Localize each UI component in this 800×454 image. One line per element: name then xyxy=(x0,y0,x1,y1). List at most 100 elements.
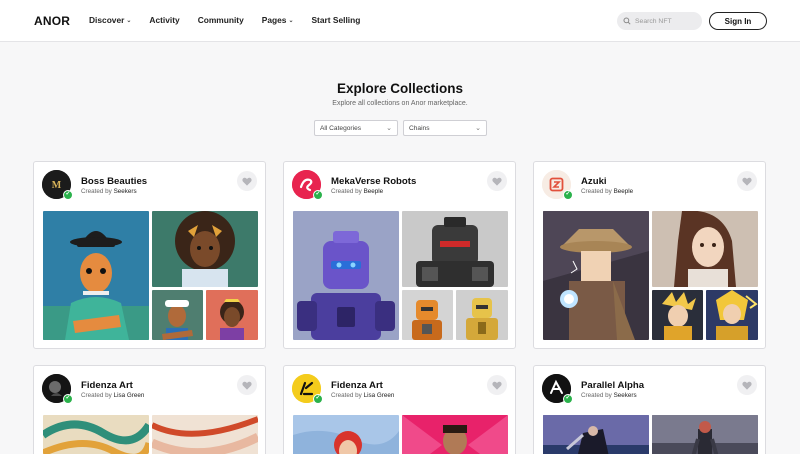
card-header: ✓ MekaVerse Robots Created by Beeple xyxy=(284,162,515,210)
nft-image[interactable] xyxy=(402,211,508,287)
verified-icon: ✓ xyxy=(313,190,323,200)
nft-image[interactable] xyxy=(293,415,399,454)
nft-image[interactable] xyxy=(402,415,508,454)
creator-link[interactable]: Lisa Green xyxy=(114,392,145,399)
creator-link[interactable]: Seekers xyxy=(614,392,637,399)
heart-icon xyxy=(242,177,252,186)
collection-card[interactable]: ✓ MekaVerse Robots Created by Beeple xyxy=(283,161,516,349)
collection-creator: Created by Seekers xyxy=(581,392,637,399)
nft-image[interactable] xyxy=(652,211,758,287)
nft-image[interactable] xyxy=(652,290,703,340)
card-header: ✓ Parallel Alpha Created by Seekers xyxy=(534,366,765,414)
nft-image[interactable] xyxy=(543,415,649,454)
created-by-label: Created by xyxy=(581,392,612,399)
favorite-button[interactable] xyxy=(487,171,507,191)
nft-image[interactable] xyxy=(43,415,149,454)
verified-icon: ✓ xyxy=(563,190,573,200)
category-select-value: All Categories xyxy=(320,124,362,132)
created-by-label: Created by xyxy=(81,188,112,195)
card-header: M ✓ Boss Beauties Created by Seekers xyxy=(34,162,265,210)
collection-card[interactable]: M ✓ Boss Beauties Created by Seekers xyxy=(33,161,266,349)
chevron-down-icon: ⌄ xyxy=(475,125,481,132)
heart-icon xyxy=(742,177,752,186)
nav-start-selling-label: Start Selling xyxy=(311,15,361,25)
chain-select-value: Chains xyxy=(409,124,430,132)
creator-link[interactable]: Beeple xyxy=(614,188,634,195)
nav-activity[interactable]: Activity xyxy=(149,15,179,25)
nft-image[interactable] xyxy=(706,290,758,340)
nav-discover[interactable]: Discover ⌄ xyxy=(89,15,131,25)
creator-link[interactable]: Beeple xyxy=(364,188,384,195)
nft-image[interactable] xyxy=(293,211,399,340)
favorite-button[interactable] xyxy=(237,375,257,395)
heart-icon xyxy=(492,177,502,186)
nft-image[interactable] xyxy=(152,211,258,287)
nft-image[interactable] xyxy=(43,211,149,340)
category-select[interactable]: All Categories ⌄ xyxy=(314,120,398,136)
nav-activity-label: Activity xyxy=(149,15,180,25)
favorite-button[interactable] xyxy=(737,171,757,191)
nav-community[interactable]: Community xyxy=(198,15,244,25)
collection-name[interactable]: Boss Beauties xyxy=(81,176,147,187)
search-box[interactable] xyxy=(617,12,702,30)
card-header: ✓ Fidenza Art Created by Lisa Green xyxy=(284,366,515,414)
nav-discover-label: Discover xyxy=(89,15,125,25)
favorite-button[interactable] xyxy=(487,375,507,395)
search-input[interactable] xyxy=(635,17,695,25)
page-subtitle: Explore all collections on Anor marketpl… xyxy=(332,100,468,107)
nft-image[interactable] xyxy=(152,415,258,454)
collection-name[interactable]: MekaVerse Robots xyxy=(331,176,416,187)
heart-icon xyxy=(742,381,752,390)
collection-name[interactable]: Azuki xyxy=(581,176,607,187)
collection-name[interactable]: Parallel Alpha xyxy=(581,380,644,391)
heart-icon xyxy=(492,381,502,390)
page-title: Explore Collections xyxy=(336,81,464,96)
chevron-down-icon: ⌄ xyxy=(126,17,132,24)
created-by-label: Created by xyxy=(331,188,362,195)
svg-text:M: M xyxy=(52,180,62,191)
top-navbar: ANOR Discover ⌄ Activity Community Pages ⌄… xyxy=(0,0,800,42)
search-icon xyxy=(623,17,631,25)
verified-icon: ✓ xyxy=(563,394,573,404)
chevron-down-icon: ⌄ xyxy=(386,125,392,132)
favorite-button[interactable] xyxy=(737,375,757,395)
collection-name[interactable]: Fidenza Art xyxy=(331,380,383,391)
creator-link[interactable]: Seekers xyxy=(114,188,137,195)
created-by-label: Created by xyxy=(581,188,612,195)
nav-community-label: Community xyxy=(197,15,244,25)
collection-card[interactable]: ✓ Fidenza Art Created by Lisa Green xyxy=(33,365,266,454)
nav-start-selling[interactable]: Start Selling xyxy=(311,15,360,25)
collection-card[interactable]: ✓ Parallel Alpha Created by Seekers xyxy=(533,365,766,454)
nft-image[interactable] xyxy=(152,290,203,340)
nft-image[interactable] xyxy=(402,290,453,340)
favorite-button[interactable] xyxy=(237,171,257,191)
created-by-label: Created by xyxy=(331,392,362,399)
collection-creator: Created by Lisa Green xyxy=(81,392,144,399)
nav-pages[interactable]: Pages ⌄ xyxy=(262,15,294,25)
heart-icon xyxy=(242,381,252,390)
anor-logo[interactable]: ANOR xyxy=(34,14,70,28)
nft-image[interactable] xyxy=(206,290,258,340)
card-header: ✓ Fidenza Art Created by Lisa Green xyxy=(34,366,265,414)
nft-image[interactable] xyxy=(652,415,758,454)
card-header: ✓ Azuki Created by Beeple xyxy=(534,162,765,210)
chevron-down-icon: ⌄ xyxy=(288,17,294,24)
nav-pages-label: Pages xyxy=(261,15,287,25)
verified-icon: ✓ xyxy=(63,394,73,404)
verified-icon: ✓ xyxy=(313,394,323,404)
created-by-label: Created by xyxy=(81,392,112,399)
collection-card[interactable]: ✓ Azuki Created by Beeple xyxy=(533,161,766,349)
collection-creator: Created by Lisa Green xyxy=(331,392,394,399)
collection-creator: Created by Seekers xyxy=(81,188,137,195)
chain-select[interactable]: Chains ⌄ xyxy=(403,120,487,136)
creator-link[interactable]: Lisa Green xyxy=(364,392,395,399)
collection-card[interactable]: ✓ Fidenza Art Created by Lisa Green xyxy=(283,365,516,454)
main-nav: Discover ⌄ Activity Community Pages ⌄ Star… xyxy=(89,15,378,25)
nft-image[interactable] xyxy=(543,211,649,340)
verified-icon: ✓ xyxy=(63,190,73,200)
collection-creator: Created by Beeple xyxy=(331,188,383,195)
collection-creator: Created by Beeple xyxy=(581,188,633,195)
nft-image[interactable] xyxy=(456,290,508,340)
collection-name[interactable]: Fidenza Art xyxy=(81,380,133,391)
sign-in-button[interactable]: Sign In xyxy=(709,12,767,30)
